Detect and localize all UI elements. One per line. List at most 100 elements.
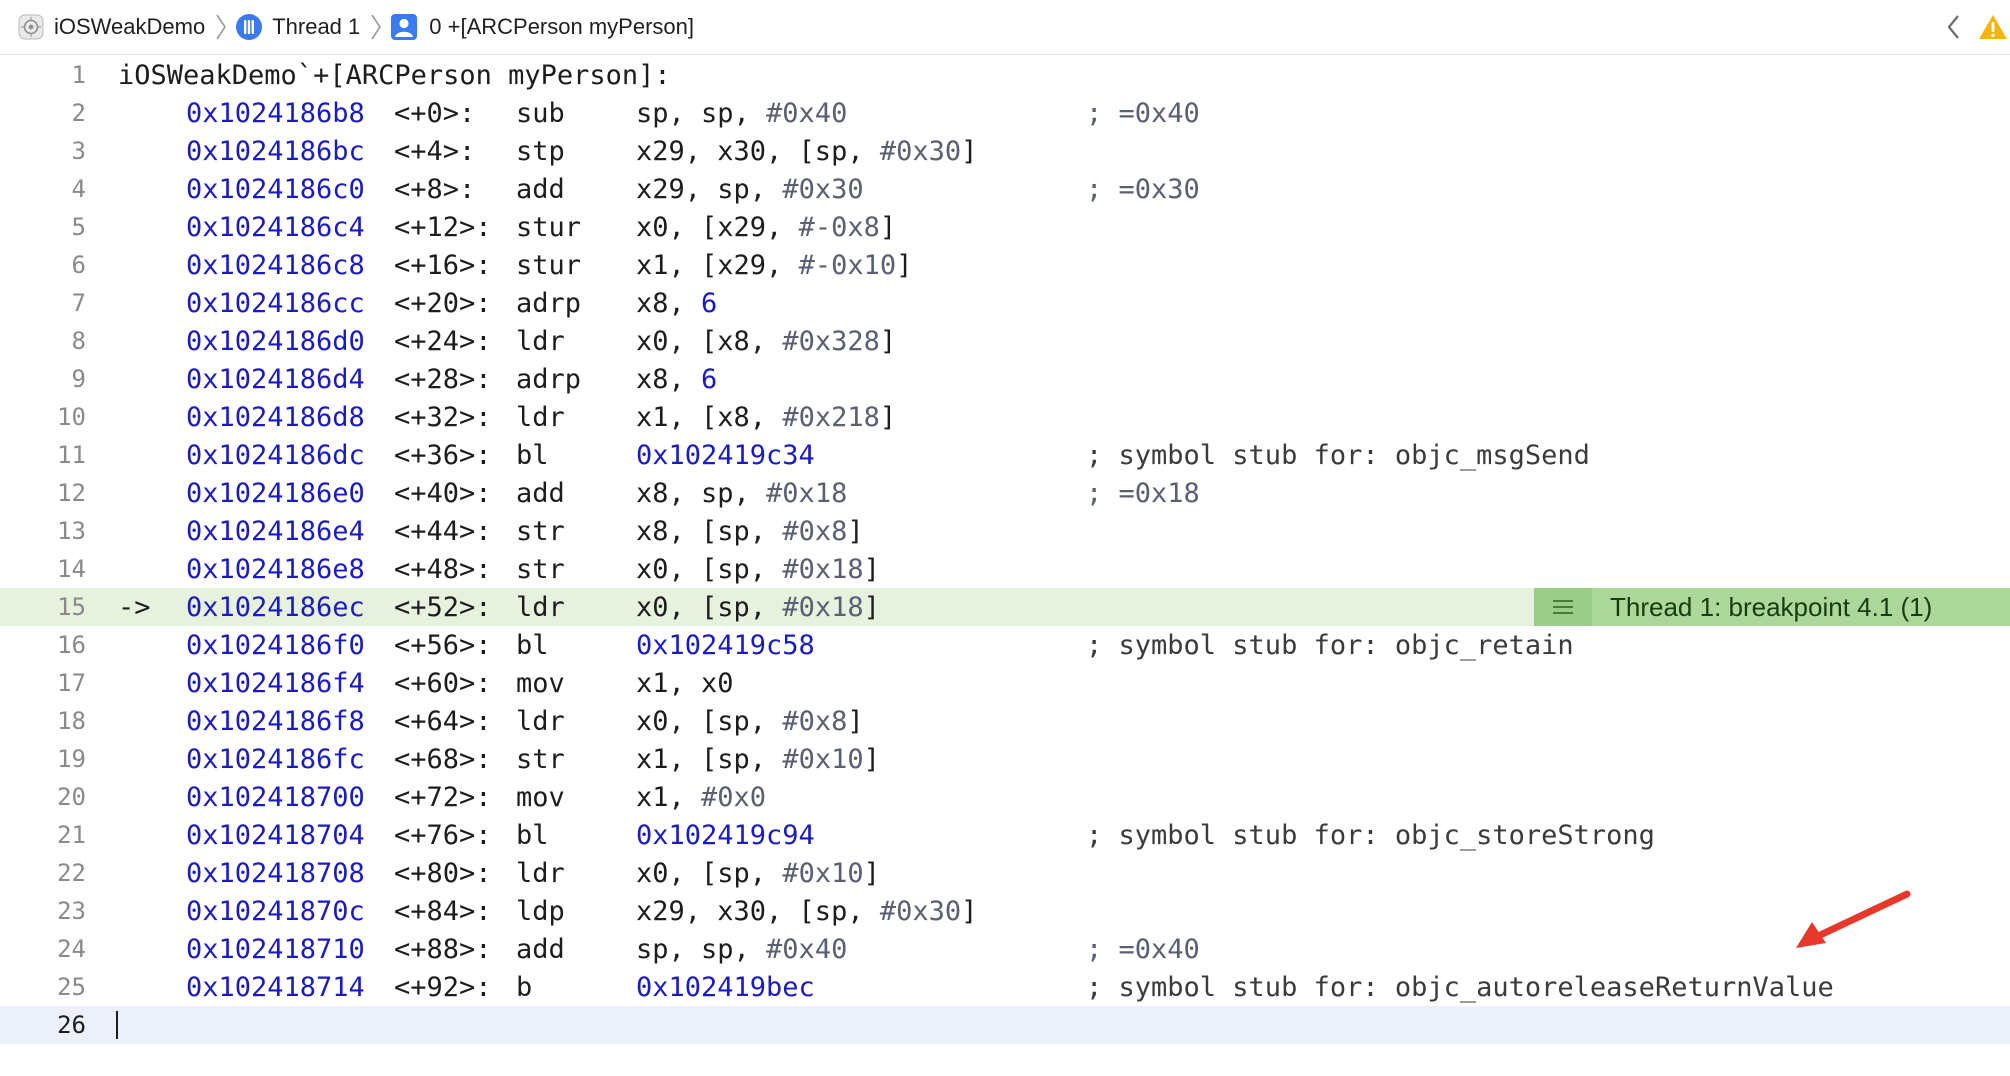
line-number: 4 <box>71 175 86 203</box>
instruction-offset: <+64>: <box>394 705 492 737</box>
instruction-mnemonic: adrp <box>516 363 582 395</box>
current-instruction-line[interactable]: 15 -> 0x1024186ec <+52>: ldr x0, [sp, #0… <box>0 588 2010 626</box>
line-number: 26 <box>57 1011 86 1039</box>
instruction-address: 0x102418714 <box>186 971 365 1003</box>
code-line[interactable]: 19 0x1024186fc <+68>: str x1, [sp, #0x10… <box>0 740 2010 778</box>
breakpoint-label: Thread 1: breakpoint 4.1 (1) <box>1610 591 1933 622</box>
code-line[interactable]: 7 0x1024186cc <+20>: adrp x8, 6 <box>0 284 2010 322</box>
code-line[interactable]: 23 0x10241870c <+84>: ldp x29, x30, [sp,… <box>0 892 2010 930</box>
instruction-address: 0x102418710 <box>186 933 365 965</box>
line-number: 11 <box>57 441 86 469</box>
function-header: iOSWeakDemo`+[ARCPerson myPerson]: <box>118 59 671 91</box>
instruction-operands: x29, sp, #0x30 <box>636 173 864 205</box>
line-number: 10 <box>57 403 86 431</box>
instruction-offset: <+36>: <box>394 439 492 471</box>
chevron-right-icon <box>371 14 382 40</box>
code-line[interactable]: 14 0x1024186e8 <+48>: str x0, [sp, #0x18… <box>0 550 2010 588</box>
code-line[interactable]: 20 0x102418700 <+72>: mov x1, #0x0 <box>0 778 2010 816</box>
instruction-offset: <+8>: <box>394 173 476 205</box>
code-line[interactable]: 6 0x1024186c8 <+16>: stur x1, [x29, #-0x… <box>0 246 2010 284</box>
instruction-address: 0x1024186cc <box>186 287 365 319</box>
instruction-mnemonic: add <box>516 477 565 509</box>
app-target-icon <box>18 14 44 40</box>
code-line[interactable]: 11 0x1024186dc <+36>: bl 0x102419c34 ; s… <box>0 436 2010 474</box>
instruction-offset: <+48>: <box>394 553 492 585</box>
instruction-address: 0x1024186bc <box>186 135 365 167</box>
instruction-offset: <+68>: <box>394 743 492 775</box>
code-line[interactable]: 16 0x1024186f0 <+56>: bl 0x102419c58 ; s… <box>0 626 2010 664</box>
jump-bar: iOSWeakDemo Thread 1 0 +[ARCPerson myPer… <box>0 0 2010 55</box>
instruction-operands: x0, [sp, #0x18] <box>636 553 880 585</box>
branch-target-address[interactable]: 0x102419c94 <box>636 820 815 851</box>
instruction-address: 0x10241870c <box>186 895 365 927</box>
breadcrumb-frame[interactable]: 0 +[ARCPerson myPerson] <box>390 0 694 54</box>
instruction-mnemonic: str <box>516 515 565 547</box>
chevron-left-icon[interactable] <box>1944 12 1962 42</box>
instruction-offset: <+0>: <box>394 97 476 129</box>
line-number: 3 <box>71 137 86 165</box>
code-line[interactable]: 10 0x1024186d8 <+32>: ldr x1, [x8, #0x21… <box>0 398 2010 436</box>
code-line[interactable]: 9 0x1024186d4 <+28>: adrp x8, 6 <box>0 360 2010 398</box>
line-number: 19 <box>57 745 86 773</box>
code-line[interactable]: 4 0x1024186c0 <+8>: add x29, sp, #0x30 ;… <box>0 170 2010 208</box>
instruction-offset: <+40>: <box>394 477 492 509</box>
instruction-offset: <+16>: <box>394 249 492 281</box>
code-line[interactable]: 22 0x102418708 <+80>: ldr x0, [sp, #0x10… <box>0 854 2010 892</box>
branch-target-address[interactable]: 0x102419c34 <box>636 440 815 471</box>
instruction-address: 0x102418704 <box>186 819 365 851</box>
instruction-offset: <+20>: <box>394 287 492 319</box>
instruction-mnemonic: mov <box>516 667 565 699</box>
instruction-offset: <+60>: <box>394 667 492 699</box>
breakpoint-lines-icon[interactable] <box>1534 588 1592 626</box>
code-line[interactable]: 2 0x1024186b8 <+0>: sub sp, sp, #0x40 ; … <box>0 94 2010 132</box>
breakpoint-annotation[interactable]: Thread 1: breakpoint 4.1 (1) <box>1534 588 2010 626</box>
instruction-address: 0x1024186c4 <box>186 211 365 243</box>
code-line[interactable]: 3 0x1024186bc <+4>: stp x29, x30, [sp, #… <box>0 132 2010 170</box>
code-line[interactable]: 1 iOSWeakDemo`+[ARCPerson myPerson]: <box>0 56 2010 94</box>
instruction-mnemonic: ldr <box>516 857 565 889</box>
instruction-offset: <+52>: <box>394 591 492 623</box>
instruction-comment: ; symbol stub for: objc_storeStrong <box>1086 819 1655 851</box>
code-line[interactable]: 21 0x102418704 <+76>: bl 0x102419c94 ; s… <box>0 816 2010 854</box>
disassembly-editor[interactable]: 1 iOSWeakDemo`+[ARCPerson myPerson]: 2 0… <box>0 55 2010 1076</box>
line-number: 12 <box>57 479 86 507</box>
line-number: 9 <box>71 365 86 393</box>
instruction-address: 0x1024186d8 <box>186 401 365 433</box>
line-number: 13 <box>57 517 86 545</box>
code-line[interactable]: 18 0x1024186f8 <+64>: ldr x0, [sp, #0x8] <box>0 702 2010 740</box>
instruction-mnemonic: mov <box>516 781 565 813</box>
instruction-address: 0x1024186f0 <box>186 629 365 661</box>
code-line[interactable]: 17 0x1024186f4 <+60>: mov x1, x0 <box>0 664 2010 702</box>
cursor-line[interactable]: 26 <box>0 1006 2010 1044</box>
code-line[interactable]: 5 0x1024186c4 <+12>: stur x0, [x29, #-0x… <box>0 208 2010 246</box>
code-line[interactable]: 25 0x102418714 <+92>: b 0x102419bec ; sy… <box>0 968 2010 1006</box>
breadcrumb-thread-label: Thread 1 <box>272 14 361 39</box>
instruction-mnemonic: bl <box>516 819 549 851</box>
instruction-address: 0x1024186ec <box>186 591 365 623</box>
instruction-offset: <+88>: <box>394 933 492 965</box>
warning-triangle-icon[interactable] <box>1978 13 2008 41</box>
code-line[interactable]: 13 0x1024186e4 <+44>: str x8, [sp, #0x8] <box>0 512 2010 550</box>
instruction-offset: <+44>: <box>394 515 492 547</box>
instruction-mnemonic: sub <box>516 97 565 129</box>
instruction-operands: x1, [sp, #0x10] <box>636 743 880 775</box>
instruction-address: 0x102418708 <box>186 857 365 889</box>
instruction-operands: x0, [sp, #0x10] <box>636 857 880 889</box>
branch-target-address[interactable]: 0x102419bec <box>636 972 815 1003</box>
chevron-right-icon <box>216 14 227 40</box>
instruction-operands: x0, [x8, #0x328] <box>636 325 897 357</box>
branch-target-address[interactable]: 0x102419c58 <box>636 630 815 661</box>
code-line[interactable]: 12 0x1024186e0 <+40>: add x8, sp, #0x18 … <box>0 474 2010 512</box>
instruction-operands: x29, x30, [sp, #0x30] <box>636 135 978 167</box>
line-number: 1 <box>71 61 86 89</box>
instruction-mnemonic: str <box>516 553 565 585</box>
program-counter-arrow: -> <box>118 591 151 623</box>
breadcrumb-app[interactable]: iOSWeakDemo <box>0 0 205 54</box>
line-number: 6 <box>71 251 86 279</box>
breadcrumb-thread[interactable]: Thread 1 <box>235 0 360 54</box>
code-line[interactable]: 8 0x1024186d0 <+24>: ldr x0, [x8, #0x328… <box>0 322 2010 360</box>
instruction-operands: x29, x30, [sp, #0x30] <box>636 895 978 927</box>
instruction-operands: x0, [sp, #0x18] <box>636 591 880 623</box>
code-line[interactable]: 24 0x102418710 <+88>: add sp, sp, #0x40 … <box>0 930 2010 968</box>
line-number: 15 <box>57 593 86 621</box>
